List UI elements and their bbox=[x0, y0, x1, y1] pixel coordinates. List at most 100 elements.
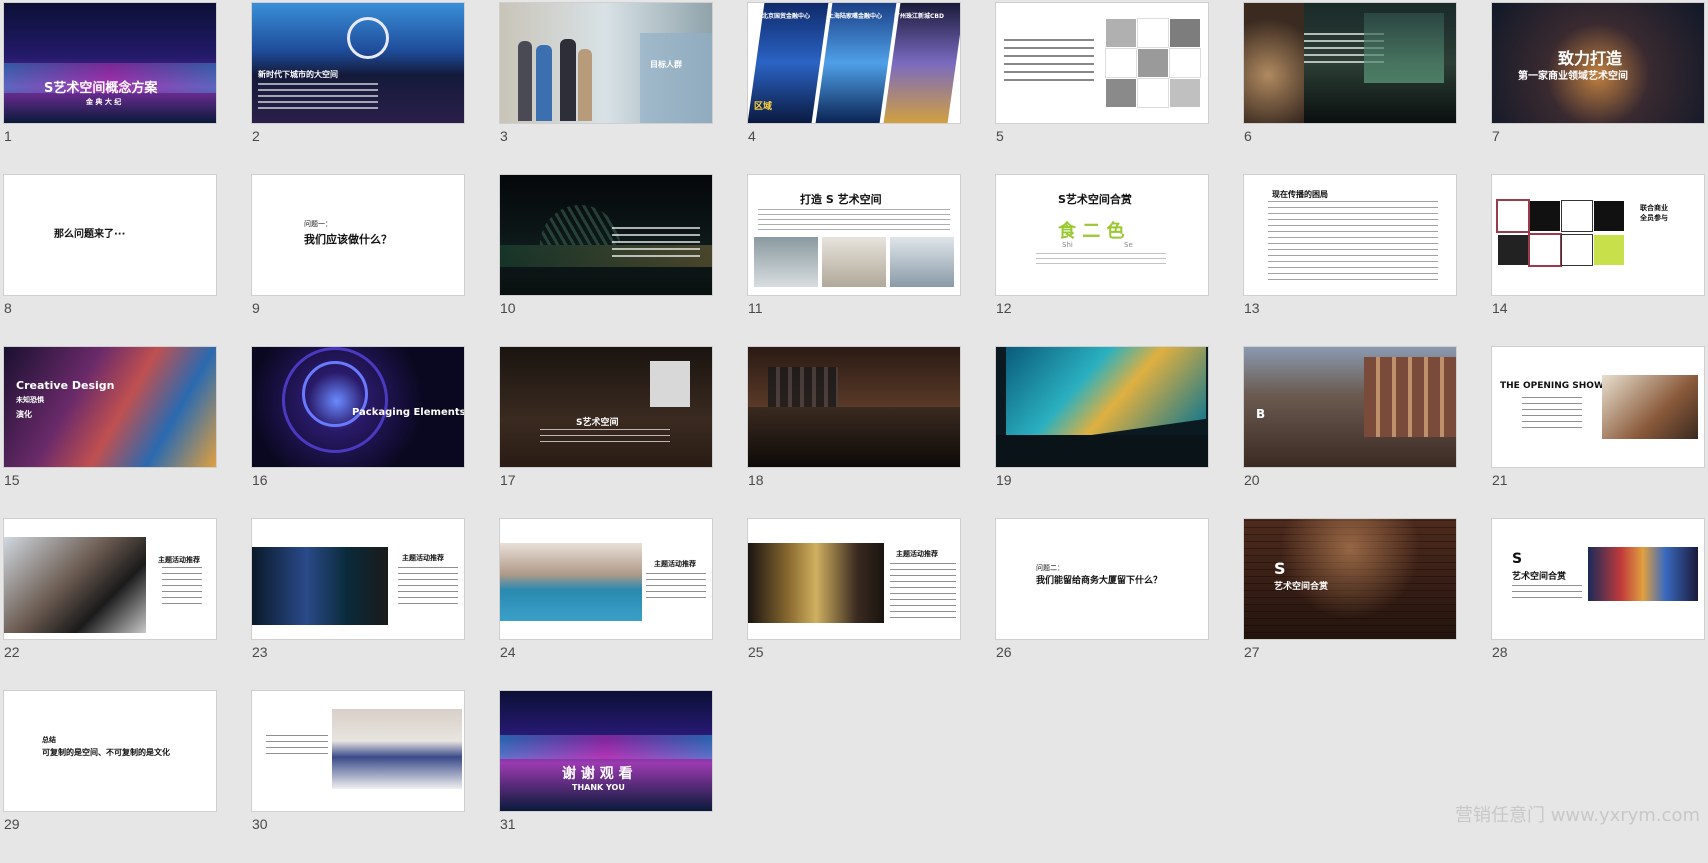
slide-cell[interactable]: 那么问题来了··· 8 bbox=[3, 174, 217, 347]
slide-thumbnail[interactable]: 谢 谢 观 看 THANK YOU bbox=[499, 690, 713, 812]
slide-number: 8 bbox=[4, 300, 12, 316]
slide-cell[interactable]: B 20 bbox=[1243, 346, 1457, 519]
slide-cell[interactable]: 北京国贸金融中心 上海陆家嘴金融中心 广州珠江新城CBD 区域 4 bbox=[747, 2, 961, 175]
slide-subtitle: 金 典 大 纪 bbox=[86, 98, 122, 106]
slide-col-2: 上海陆家嘴金融中心 bbox=[828, 13, 883, 20]
slide-title: THE OPENING SHOW bbox=[1500, 381, 1604, 391]
slide-cell[interactable]: Packaging Elements 16 bbox=[251, 346, 465, 519]
slide-number: 21 bbox=[1492, 472, 1508, 488]
slide-title: 主题活动推荐 bbox=[158, 556, 200, 564]
slide-cell[interactable]: 问题二： 我们能留给商务大厦留下什么？ 26 bbox=[995, 518, 1209, 691]
slide-thumbnail[interactable]: 致力打造 第一家商业领域艺术空间 bbox=[1491, 2, 1705, 124]
slide-thumbnail[interactable]: 目标人群 bbox=[499, 2, 713, 124]
slide-thumbnail[interactable]: 问题一： 我们应该做什么？ bbox=[251, 174, 465, 296]
slide-thumbnail[interactable]: B bbox=[1243, 346, 1457, 468]
slide-thumbnail[interactable] bbox=[995, 346, 1209, 468]
slide-cell[interactable]: S艺术空间概念方案 金 典 大 纪 1 bbox=[3, 2, 217, 175]
slide-number: 7 bbox=[1492, 128, 1500, 144]
slide-thumbnail[interactable]: 那么问题来了··· bbox=[3, 174, 217, 296]
slide-thumbnail[interactable]: S 艺术空间合赏 bbox=[1491, 518, 1705, 640]
slide-thumbnail[interactable] bbox=[251, 690, 465, 812]
slide-number: 16 bbox=[252, 472, 268, 488]
slide-cell[interactable]: 问题一： 我们应该做什么？ 9 bbox=[251, 174, 465, 347]
slide-cell[interactable]: 新时代下城市的大空间 2 bbox=[251, 2, 465, 175]
slide-thumbnail[interactable]: 联合商业 全员参与 bbox=[1491, 174, 1705, 296]
slide-title: 那么问题来了··· bbox=[54, 229, 126, 240]
slide-thumbnail[interactable]: S艺术空间合赏 食 二 色 Shi Se bbox=[995, 174, 1209, 296]
slide-cell[interactable]: 主题活动推荐 23 bbox=[251, 518, 465, 691]
slide-number: 24 bbox=[500, 644, 516, 660]
slide-title: S艺术空间合赏 bbox=[1058, 193, 1132, 206]
slide-number: 12 bbox=[996, 300, 1012, 316]
slide-cell[interactable]: 谢 谢 观 看 THANK YOU 31 bbox=[499, 690, 713, 863]
slide-number: 14 bbox=[1492, 300, 1508, 316]
slide-thumbnail[interactable] bbox=[747, 346, 961, 468]
slide-number: 6 bbox=[1244, 128, 1252, 144]
slide-cell[interactable]: 致力打造 第一家商业领域艺术空间 7 bbox=[1491, 2, 1705, 175]
slide-cell[interactable]: 现在传播的困局 13 bbox=[1243, 174, 1457, 347]
slide-cell[interactable]: 30 bbox=[251, 690, 465, 863]
slide-cell[interactable]: 6 bbox=[1243, 2, 1457, 175]
slide-cell[interactable]: 总结 可复制的是空间、不可复制的是文化 29 bbox=[3, 690, 217, 863]
slide-cell[interactable]: 19 bbox=[995, 346, 1209, 519]
slide-cell[interactable]: 主题活动推荐 22 bbox=[3, 518, 217, 691]
slide-thumbnail[interactable]: 主题活动推荐 bbox=[747, 518, 961, 640]
slide-subtitle: 食 二 色 bbox=[1058, 221, 1125, 242]
slide-cell[interactable]: Creative Design 未知恐惧 演化 15 bbox=[3, 346, 217, 519]
slide-number: 19 bbox=[996, 472, 1012, 488]
slide-number: 17 bbox=[500, 472, 516, 488]
slide-cell[interactable]: 联合商业 全员参与 14 bbox=[1491, 174, 1705, 347]
slide-cell[interactable]: THE OPENING SHOW 21 bbox=[1491, 346, 1705, 519]
slide-number: 10 bbox=[500, 300, 516, 316]
slide-thumbnail[interactable]: 北京国贸金融中心 上海陆家嘴金融中心 广州珠江新城CBD 区域 bbox=[747, 2, 961, 124]
slide-thumbnail[interactable]: S 艺术空间合赏 bbox=[1243, 518, 1457, 640]
slide-thumbnail[interactable]: 现在传播的困局 bbox=[1243, 174, 1457, 296]
slide-cell[interactable]: 打造 S 艺术空间 11 bbox=[747, 174, 961, 347]
slide-thumbnail[interactable] bbox=[1243, 2, 1457, 124]
slide-thumbnail[interactable] bbox=[995, 2, 1209, 124]
slide-title: 问题二： bbox=[1036, 564, 1064, 572]
slide-thumbnail[interactable]: Packaging Elements bbox=[251, 346, 465, 468]
slide-cell[interactable]: 18 bbox=[747, 346, 961, 519]
slide-subtitle: 第一家商业领域艺术空间 bbox=[1518, 71, 1628, 82]
slide-title: 新时代下城市的大空间 bbox=[258, 70, 338, 79]
slide-subtitle: 我们能留给商务大厦留下什么？ bbox=[1036, 576, 1163, 586]
slide-cell[interactable]: S 艺术空间合赏 27 bbox=[1243, 518, 1457, 691]
slide-cell[interactable]: S 艺术空间合赏 28 bbox=[1491, 518, 1705, 691]
slide-number: 28 bbox=[1492, 644, 1508, 660]
slide-thumbnail[interactable]: 主题活动推荐 bbox=[3, 518, 217, 640]
slide-cell[interactable]: 5 bbox=[995, 2, 1209, 175]
slide-number: 13 bbox=[1244, 300, 1260, 316]
slide-thumbnail[interactable]: 新时代下城市的大空间 bbox=[251, 2, 465, 124]
slide-thumbnail[interactable]: 问题二： 我们能留给商务大厦留下什么？ bbox=[995, 518, 1209, 640]
slide-title: 致力打造 bbox=[1558, 49, 1623, 68]
slide-thumbnail[interactable]: 总结 可复制的是空间、不可复制的是文化 bbox=[3, 690, 217, 812]
slide-cell[interactable]: 主题活动推荐 25 bbox=[747, 518, 961, 691]
slide-title: S艺术空间概念方案 bbox=[44, 81, 158, 96]
slide-title: Creative Design bbox=[16, 379, 115, 392]
slide-title: 联合商业 bbox=[1640, 204, 1668, 212]
slide-title: 目标人群 bbox=[650, 60, 682, 69]
slide-thumbnail[interactable]: 打造 S 艺术空间 bbox=[747, 174, 961, 296]
slide-thumbnail[interactable]: S艺术空间 bbox=[499, 346, 713, 468]
slide-thumbnail[interactable]: 主题活动推荐 bbox=[251, 518, 465, 640]
slide-sorter-grid: S艺术空间概念方案 金 典 大 纪 1 新时代下城市的大空间 2 目标人群 3 bbox=[0, 0, 1708, 833]
slide-thumbnail[interactable]: THE OPENING SHOW bbox=[1491, 346, 1705, 468]
slide-cell[interactable]: S艺术空间 17 bbox=[499, 346, 713, 519]
slide-thumbnail[interactable]: 主题活动推荐 bbox=[499, 518, 713, 640]
slide-thumbnail[interactable] bbox=[499, 174, 713, 296]
slide-cell[interactable]: 10 bbox=[499, 174, 713, 347]
slide-title: S bbox=[1274, 559, 1286, 578]
slide-subtitle: 全员参与 bbox=[1640, 214, 1668, 222]
slide-number: 22 bbox=[4, 644, 20, 660]
slide-cell[interactable]: S艺术空间合赏 食 二 色 Shi Se 12 bbox=[995, 174, 1209, 347]
slide-title: Packaging Elements bbox=[352, 407, 464, 418]
slide-subtitle: 未知恐惧 bbox=[16, 396, 44, 404]
slide-cell[interactable]: 主题活动推荐 24 bbox=[499, 518, 713, 691]
slide-thumbnail[interactable]: Creative Design 未知恐惧 演化 bbox=[3, 346, 217, 468]
slide-col-3: 广州珠江新城CBD bbox=[894, 13, 944, 20]
slide-title: 现在传播的困局 bbox=[1272, 190, 1328, 199]
slide-thumbnail[interactable]: S艺术空间概念方案 金 典 大 纪 bbox=[3, 2, 217, 124]
slide-cell[interactable]: 目标人群 3 bbox=[499, 2, 713, 175]
slide-number: 5 bbox=[996, 128, 1004, 144]
